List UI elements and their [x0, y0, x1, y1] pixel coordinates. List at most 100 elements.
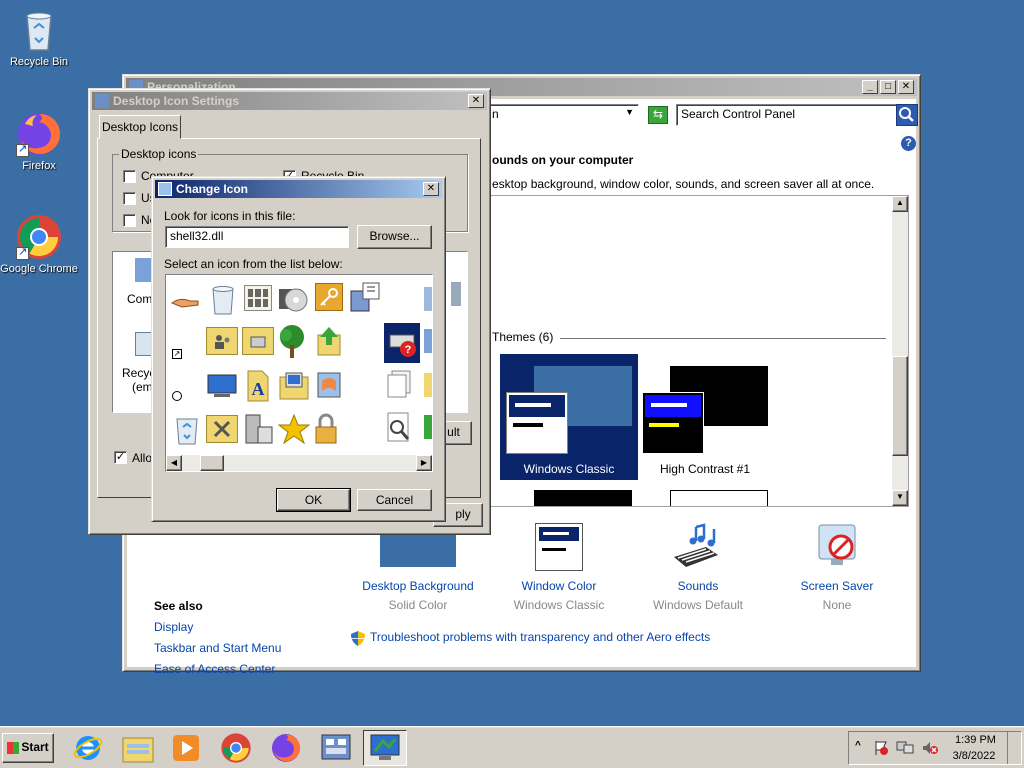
clock-time[interactable]: 1:39 PM — [955, 734, 996, 746]
theme-preview-next — [670, 490, 768, 506]
desktop-icon-firefox[interactable]: Firefox — [0, 110, 78, 172]
button-label: Cancel — [375, 493, 414, 507]
item-title: Sounds — [677, 579, 719, 593]
checkbox-users[interactable] — [123, 192, 136, 205]
search-document-icon[interactable] — [384, 411, 414, 445]
scroll-down-button[interactable]: ▼ — [892, 490, 908, 506]
search-input[interactable]: Search Control Panel — [676, 104, 898, 126]
lock-icon[interactable] — [312, 411, 340, 445]
dialog-titlebar[interactable]: Desktop Icon Settings ✕ — [92, 92, 487, 110]
link-taskbar-start-menu[interactable]: Taskbar and Start Menu — [154, 641, 281, 655]
folder-icon — [122, 737, 154, 763]
minimize-button[interactable]: _ — [862, 80, 878, 94]
tools-folder-icon[interactable] — [206, 415, 238, 443]
disc-overlay-icon[interactable] — [172, 391, 182, 401]
documents-icon[interactable] — [384, 369, 416, 401]
scroll-left-button[interactable]: ◀ — [166, 455, 182, 471]
close-button[interactable]: ✕ — [898, 80, 914, 94]
partial-icon — [424, 287, 432, 311]
cancel-button[interactable]: Cancel — [357, 489, 432, 511]
show-desktop-button[interactable] — [1007, 732, 1021, 764]
themes-listbox[interactable]: Themes (6) Windows Classic High Contrast… — [485, 195, 909, 507]
chevron-down-icon[interactable]: ▼ — [625, 107, 634, 117]
cd-drive-icon[interactable] — [278, 283, 308, 313]
checkbox-allow-themes[interactable]: ✓ — [114, 451, 127, 464]
firefox-icon — [272, 734, 301, 762]
clock-date[interactable]: 3/8/2022 — [949, 750, 999, 762]
scroll-thumb[interactable] — [892, 356, 908, 456]
maximize-button[interactable]: □ — [880, 80, 896, 94]
recycle-bin-icon[interactable] — [208, 283, 238, 315]
link-ease-of-access[interactable]: Ease of Access Center — [154, 662, 275, 676]
icon-grid-scrollbar[interactable]: ◀ ▶ — [166, 455, 432, 471]
item-subtitle: None — [822, 598, 852, 612]
taskbar-personalization[interactable] — [363, 730, 407, 766]
taskbar-media-player[interactable] — [164, 730, 208, 766]
star-icon[interactable] — [277, 413, 311, 445]
taskbar-internet-explorer[interactable] — [66, 730, 110, 766]
network-printer-icon[interactable] — [349, 281, 381, 313]
shortcut-overlay-icon[interactable]: ↗ — [172, 349, 182, 359]
sounds-icon — [666, 523, 730, 573]
server-icon[interactable] — [242, 413, 274, 445]
desktop-icon-recycle-bin[interactable]: Recycle Bin — [0, 6, 78, 68]
start-button[interactable]: Start — [2, 733, 54, 763]
themes-scrollbar[interactable]: ▲ ▼ — [892, 196, 908, 506]
dialog-titlebar[interactable]: Change Icon ✕ — [155, 180, 442, 198]
tree-icon[interactable] — [276, 323, 308, 359]
page-heading: ounds on your computer — [492, 153, 634, 167]
windows-icon[interactable] — [314, 369, 344, 401]
theme-high-contrast-1[interactable]: High Contrast #1 — [636, 354, 774, 480]
window-color-icon — [535, 523, 583, 571]
keypad-icon[interactable] — [244, 285, 272, 311]
folder-up-icon[interactable] — [314, 325, 344, 357]
theme-label: High Contrast #1 — [659, 462, 751, 476]
hand-share-icon[interactable] — [170, 293, 200, 309]
network-icon[interactable] — [896, 740, 914, 756]
icon-grid[interactable]: ↗ ? A ◀ ▶ — [165, 274, 433, 472]
help-icon[interactable]: ? — [901, 136, 916, 151]
checkbox-network[interactable] — [123, 214, 136, 227]
taskbar-control-panel[interactable] — [314, 730, 358, 766]
monitor-icon[interactable] — [206, 373, 238, 399]
taskbar-firefox[interactable] — [264, 730, 308, 766]
theme-windows-classic[interactable]: Windows Classic — [500, 354, 638, 480]
volume-muted-icon[interactable] — [921, 740, 939, 756]
refresh-icon[interactable]: ⇆ — [648, 106, 668, 124]
tab-desktop-icons[interactable]: Desktop Icons — [99, 115, 181, 139]
desktop-background-item[interactable]: Desktop Background Solid Color — [348, 523, 488, 612]
folder-printer-icon[interactable] — [242, 327, 274, 355]
search-icon[interactable] — [896, 104, 918, 126]
screen-saver-item[interactable]: Screen Saver None — [767, 523, 907, 612]
taskbar-google-chrome[interactable] — [214, 730, 258, 766]
file-path-input[interactable]: shell32.dll — [165, 226, 349, 248]
button-label: OK — [304, 493, 323, 507]
theme-preview-window — [642, 392, 704, 454]
scroll-up-button[interactable]: ▲ — [892, 196, 908, 212]
look-for-label: Look for icons in this file: — [164, 209, 296, 223]
key-icon[interactable] — [315, 283, 343, 311]
font-icon[interactable]: A — [244, 369, 272, 403]
link-display[interactable]: Display — [154, 620, 193, 634]
ok-button[interactable]: OK — [276, 488, 351, 512]
close-button[interactable]: ✕ — [423, 182, 439, 196]
sounds-item[interactable]: Sounds Windows Default — [628, 523, 768, 612]
taskbar-windows-explorer[interactable] — [116, 730, 160, 766]
address-bar[interactable]: n ▼ — [487, 104, 639, 126]
theme-preview-next — [534, 490, 632, 506]
scroll-right-button[interactable]: ▶ — [416, 455, 432, 471]
generic-icon — [451, 282, 461, 306]
troubleshoot-link[interactable]: Troubleshoot problems with transparency … — [370, 630, 710, 644]
folder-people-icon[interactable] — [206, 327, 238, 355]
scroll-thumb[interactable] — [200, 455, 224, 471]
checkbox-computer[interactable] — [123, 170, 136, 183]
close-button[interactable]: ✕ — [468, 94, 484, 108]
desktop-icon-google-chrome[interactable]: Google Chrome — [0, 213, 78, 275]
window-color-item[interactable]: Window Color Windows Classic — [489, 523, 629, 612]
browse-button[interactable]: Browse... — [357, 225, 432, 249]
computer-folder-icon[interactable] — [278, 369, 310, 401]
recycle-bin-full-icon[interactable] — [172, 413, 202, 445]
unknown-drive-icon[interactable]: ? — [384, 323, 420, 363]
action-center-flag-icon[interactable] — [873, 740, 889, 756]
chevron-up-icon[interactable]: ^ — [855, 740, 861, 751]
